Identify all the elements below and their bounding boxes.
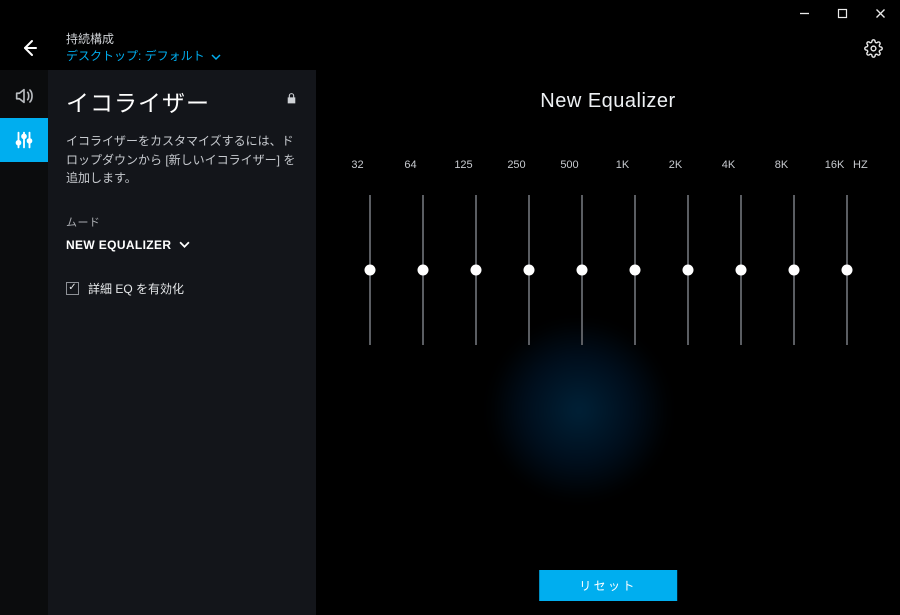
- equalizer-title: New Equalizer: [316, 90, 900, 113]
- slider-track: [634, 195, 636, 345]
- gear-icon: [864, 39, 883, 58]
- slider-track: [581, 195, 583, 345]
- chevron-down-icon: [211, 52, 221, 62]
- reset-button[interactable]: リセット: [539, 570, 677, 601]
- hz-unit-label: HZ: [853, 159, 885, 171]
- eq-band-slider[interactable]: [555, 195, 608, 345]
- slider-track: [740, 195, 742, 345]
- frequency-labels-row: 32641252505001K2K4K8K16KHZ: [316, 159, 900, 171]
- eq-band-slider[interactable]: [820, 195, 873, 345]
- eq-band-slider[interactable]: [767, 195, 820, 345]
- eq-band-slider[interactable]: [661, 195, 714, 345]
- panel-description: イコライザーをカスタマイズするには、ドロップダウンから [新しいイコライザー] …: [66, 132, 298, 188]
- mood-label: ムード: [66, 214, 298, 230]
- mood-value: NEW EQUALIZER: [66, 238, 171, 252]
- slider-track: [846, 195, 848, 345]
- eq-band-slider[interactable]: [502, 195, 555, 345]
- slider-thumb[interactable]: [576, 265, 587, 276]
- slider-thumb[interactable]: [364, 265, 375, 276]
- slider-thumb[interactable]: [788, 265, 799, 276]
- speaker-icon: [13, 85, 35, 107]
- persist-config-label: 持続構成: [66, 32, 221, 47]
- eq-sliders-row: [316, 195, 900, 345]
- lock-icon: [285, 92, 298, 110]
- frequency-label: 250: [490, 159, 543, 171]
- slider-thumb[interactable]: [682, 265, 693, 276]
- advanced-eq-label: 詳細 EQ を有効化: [88, 280, 184, 297]
- slider-thumb[interactable]: [417, 265, 428, 276]
- frequency-label: 125: [437, 159, 490, 171]
- advanced-eq-checkbox[interactable]: [66, 282, 79, 295]
- slider-track: [422, 195, 424, 345]
- frequency-label: 1K: [596, 159, 649, 171]
- slider-thumb[interactable]: [735, 265, 746, 276]
- slider-track: [528, 195, 530, 345]
- frequency-label: 64: [384, 159, 437, 171]
- slider-track: [369, 195, 371, 345]
- slider-thumb[interactable]: [470, 265, 481, 276]
- frequency-label: 4K: [702, 159, 755, 171]
- panel-title: イコライザー: [66, 84, 210, 118]
- settings-button[interactable]: [860, 35, 886, 61]
- frequency-label: 8K: [755, 159, 808, 171]
- eq-band-slider[interactable]: [714, 195, 767, 345]
- profile-name: デスクトップ: デフォルト: [66, 49, 205, 64]
- eq-band-slider[interactable]: [608, 195, 661, 345]
- equalizer-icon: [13, 129, 35, 151]
- rail-tab-acoustics[interactable]: [0, 74, 48, 118]
- mood-dropdown[interactable]: NEW EQUALIZER: [66, 238, 298, 252]
- frequency-label: 32: [331, 159, 384, 171]
- profile-selector[interactable]: デスクトップ: デフォルト: [66, 49, 221, 64]
- window-close-button[interactable]: [866, 3, 894, 23]
- slider-thumb[interactable]: [841, 265, 852, 276]
- frequency-label: 2K: [649, 159, 702, 171]
- eq-band-slider[interactable]: [449, 195, 502, 345]
- back-button[interactable]: [14, 38, 44, 58]
- eq-band-slider[interactable]: [396, 195, 449, 345]
- frequency-label: 500: [543, 159, 596, 171]
- chevron-down-icon: [179, 239, 190, 250]
- slider-track: [475, 195, 477, 345]
- rail-tab-equalizer[interactable]: [0, 118, 48, 162]
- window-maximize-button[interactable]: [828, 3, 856, 23]
- eq-band-slider[interactable]: [343, 195, 396, 345]
- window-minimize-button[interactable]: [790, 3, 818, 23]
- slider-thumb[interactable]: [629, 265, 640, 276]
- slider-track: [793, 195, 795, 345]
- slider-thumb[interactable]: [523, 265, 534, 276]
- slider-track: [687, 195, 689, 345]
